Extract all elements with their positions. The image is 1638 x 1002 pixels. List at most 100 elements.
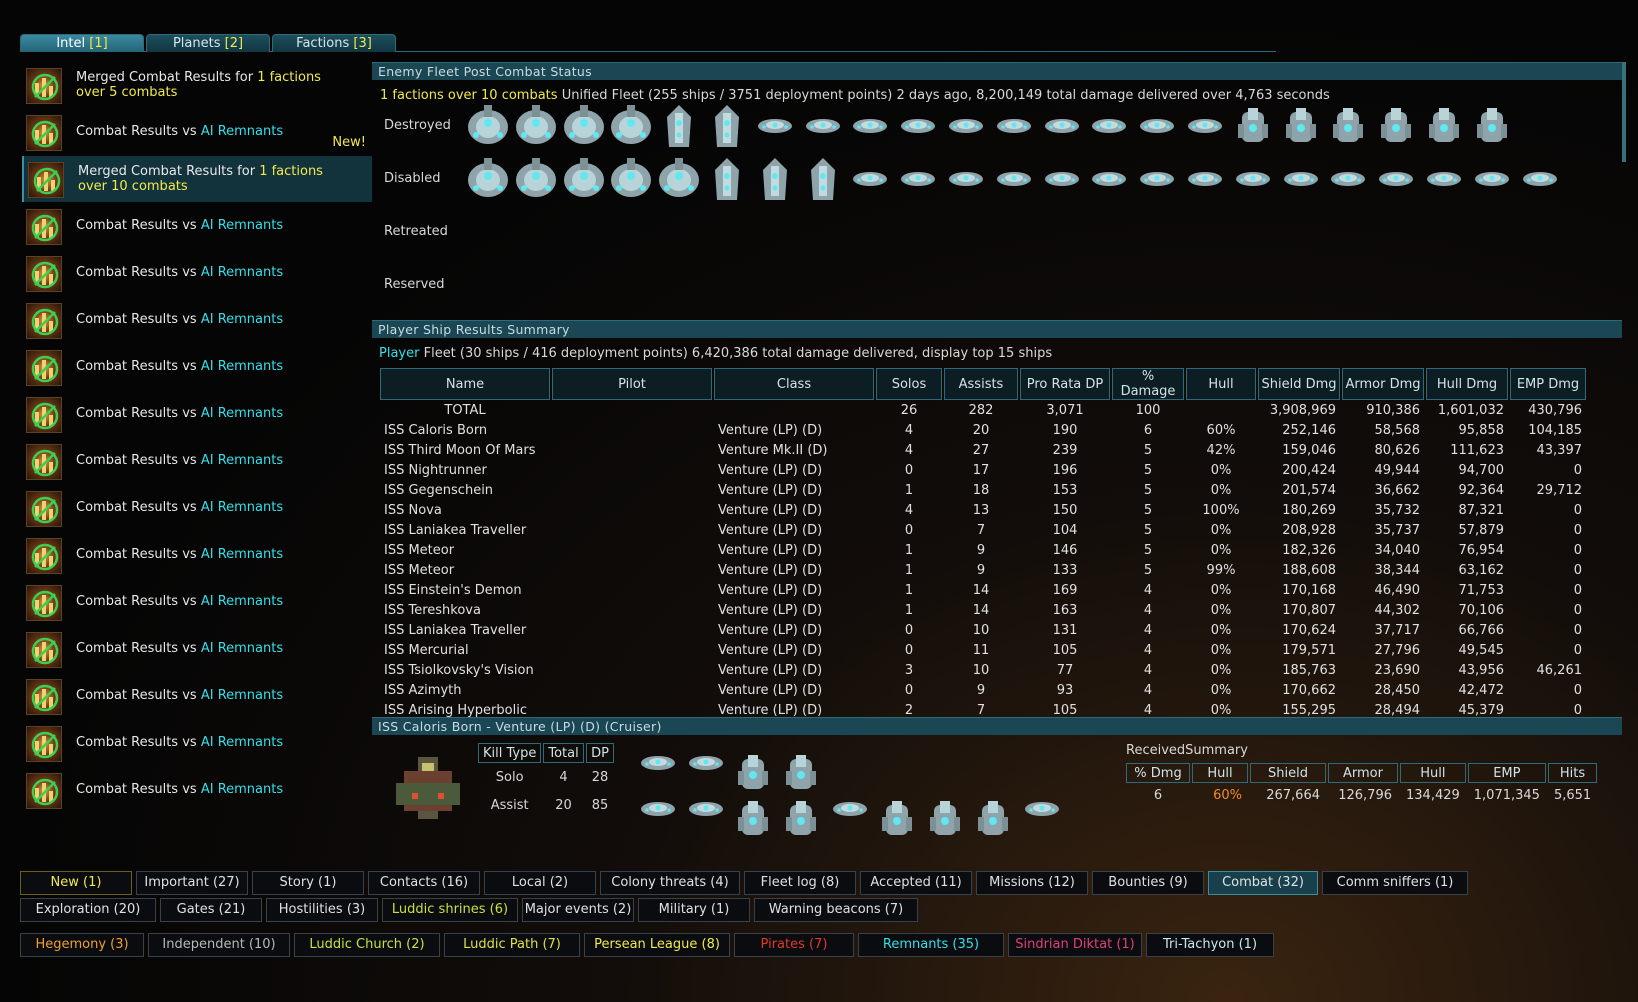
table-row[interactable]: ISS Meteor Venture (LP) (D) 1 9 133 5 99% 188,6… (380, 560, 1586, 580)
column-header--damage[interactable]: % Damage (1112, 368, 1184, 400)
filter-button[interactable]: Accepted (11) (860, 871, 972, 895)
list-item[interactable]: Merged Combat Results for 1 factions over… (22, 62, 372, 108)
filter-button[interactable]: New (1) (20, 871, 132, 895)
table-cell: 430,796 (1528, 402, 1582, 418)
column-header-solos[interactable]: Solos (876, 368, 942, 400)
list-item[interactable]: Combat Results vs AI Remnants (22, 250, 372, 296)
table-row[interactable]: ISS Mercurial Venture (LP) (D) 0 11 105 4 0% 17… (380, 640, 1586, 660)
table-row[interactable]: ISS Laniakea Traveller Venture (LP) (D) 0 7… (380, 520, 1586, 540)
filter-button[interactable]: Gates (21) (160, 898, 262, 922)
faction-filter-button[interactable]: Luddic Church (2) (294, 933, 440, 957)
table-row[interactable]: ISS Azimyth Venture (LP) (D) 0 9 93 4 0% 170,66… (380, 680, 1586, 700)
enemy-ship-icon (901, 172, 936, 186)
list-item[interactable]: Combat Results vs AI Remnants New! (22, 109, 372, 155)
faction-filter-button[interactable]: Sindrian Diktat (1) (1008, 933, 1142, 957)
list-item[interactable]: Combat Results vs AI Remnants (22, 344, 372, 390)
table-row[interactable]: ISS Caloris Born Venture (LP) (D) 4 20 190 6 6… (380, 420, 1586, 440)
right-scrollbar[interactable] (1622, 62, 1626, 162)
table-cell: 1 (904, 602, 914, 618)
filter-button[interactable]: Colony threats (4) (600, 871, 740, 895)
filter-button[interactable]: Luddic shrines (6) (382, 898, 518, 922)
column-header-name[interactable]: Name (380, 368, 550, 400)
tab-planets[interactable]: Planets [2] (146, 34, 270, 52)
enemy-info-highlight: 1 factions over 10 combats (380, 88, 558, 103)
table-cell (552, 440, 712, 460)
filter-button[interactable]: Important (27) (136, 871, 248, 895)
faction-filter-button[interactable]: Remnants (35) (858, 933, 1004, 957)
table-cell: 5 (1143, 542, 1153, 558)
filter-button[interactable]: Major events (2) (522, 898, 634, 922)
filter-button[interactable]: Comm sniffers (1) (1322, 871, 1468, 895)
intel-report-icon (26, 397, 62, 433)
faction-filter-button[interactable]: Persean League (8) (584, 933, 730, 957)
enemy-ship-icon (468, 158, 508, 197)
list-item[interactable]: Combat Results vs AI Remnants (22, 438, 372, 484)
list-item[interactable]: Combat Results vs AI Remnants (22, 391, 372, 437)
column-header-shield-dmg[interactable]: Shield Dmg (1258, 368, 1340, 400)
list-item[interactable]: Merged Combat Results for 1 factions over… (22, 156, 372, 202)
list-item[interactable]: Combat Results vs AI Remnants (22, 579, 372, 625)
faction-filter-button[interactable]: Hegemony (3) (20, 933, 144, 957)
filter-button[interactable]: Contacts (16) (368, 871, 480, 895)
list-item[interactable]: Combat Results vs AI Remnants (22, 626, 372, 672)
table-row[interactable]: ISS Gegenschein Venture (LP) (D) 1 18 153 5 0%… (380, 480, 1586, 500)
table-cell: 104,185 (1528, 422, 1582, 438)
table-row[interactable]: ISS Meteor Venture (LP) (D) 1 9 146 5 0% 182,32… (380, 540, 1586, 560)
intel-report-icon (26, 256, 62, 292)
list-item-text: Combat Results vs AI Remnants (76, 453, 284, 468)
table-cell: Venture (LP) (D) (718, 682, 823, 698)
filter-button[interactable]: Missions (12) (976, 871, 1088, 895)
faction-filter-button[interactable]: Luddic Path (7) (444, 933, 580, 957)
filter-button[interactable]: Exploration (20) (20, 898, 156, 922)
received-row: 6 60% 267,664 126,796 134,429 1,071,345 5,651 (1126, 783, 1597, 807)
list-item[interactable]: Combat Results vs AI Remnants (22, 297, 372, 343)
filter-button[interactable]: Hostilities (3) (266, 898, 378, 922)
column-header-pilot[interactable]: Pilot (552, 368, 712, 400)
list-item[interactable]: Combat Results vs AI Remnants (22, 485, 372, 531)
table-cell: Venture (LP) (D) (718, 582, 823, 598)
intel-report-icon (26, 350, 62, 386)
table-row[interactable]: ISS Einstein's Demon Venture (LP) (D) 1 14 1… (380, 580, 1586, 600)
list-item[interactable]: Combat Results vs AI Remnants (22, 767, 372, 813)
table-row[interactable]: ISS Tereshkova Venture (LP) (D) 1 14 163 4 0% 1… (380, 600, 1586, 620)
column-header-emp-dmg[interactable]: EMP Dmg (1510, 368, 1586, 400)
list-item[interactable]: Combat Results vs AI Remnants (22, 673, 372, 719)
list-item[interactable]: Combat Results vs AI Remnants (22, 720, 372, 766)
column-header-pro-rata-dp[interactable]: Pro Rata DP (1020, 368, 1110, 400)
status-row-label: Destroyed (384, 118, 451, 133)
enemy-ship-icon (563, 158, 604, 197)
filter-button[interactable]: Fleet log (8) (744, 871, 856, 895)
filter-button[interactable]: Story (1) (252, 871, 364, 895)
faction-filter-button[interactable]: Pirates (7) (734, 933, 854, 957)
filter-button[interactable]: Warning beacons (7) (754, 898, 918, 922)
table-row[interactable]: ISS Nightrunner Venture (LP) (D) 0 17 196 5 0%… (380, 460, 1586, 480)
table-row[interactable]: ISS Tsiolkovsky's Vision Venture (LP) (D)… (380, 660, 1586, 680)
table-cell: 35,737 (1374, 522, 1421, 538)
column-header-hull-dmg[interactable]: Hull Dmg (1426, 368, 1508, 400)
table-cell: 92,364 (1458, 482, 1505, 498)
tab-factions[interactable]: Factions [3] (272, 34, 396, 52)
filter-button[interactable]: Local (2) (484, 871, 596, 895)
column-header-assists[interactable]: Assists (944, 368, 1018, 400)
table-row[interactable]: ISS Laniakea Traveller Venture (LP) (D) 0 1… (380, 620, 1586, 640)
filter-button[interactable]: Military (1) (638, 898, 750, 922)
table-cell: ISS Gegenschein (384, 482, 494, 498)
tab-count: [3] (353, 36, 372, 51)
filter-button[interactable]: Bounties (9) (1092, 871, 1204, 895)
column-header-armor-dmg[interactable]: Armor Dmg (1342, 368, 1424, 400)
table-row[interactable]: ISS Nova Venture (LP) (D) 4 13 150 5 100% 180,2… (380, 500, 1586, 520)
table-cell: 93 (1056, 682, 1074, 698)
column-header-hull[interactable]: Hull (1186, 368, 1256, 400)
faction-filter-button[interactable]: Tri-Tachyon (1) (1146, 933, 1274, 957)
table-cell: 182,326 (1282, 542, 1336, 558)
filter-button[interactable]: Combat (32) (1208, 871, 1318, 895)
list-item[interactable]: Combat Results vs AI Remnants (22, 203, 372, 249)
table-cell: 49,944 (1374, 462, 1421, 478)
list-item[interactable]: Combat Results vs AI Remnants (22, 532, 372, 578)
column-header-class[interactable]: Class (714, 368, 874, 400)
table-row[interactable]: ISS Third Moon Of Mars Venture Mk.II (D) 4… (380, 440, 1586, 460)
faction-filter-button[interactable]: Independent (10) (148, 933, 290, 957)
tab-intel[interactable]: Intel [1] (20, 34, 144, 52)
enemy-ship-icon (949, 172, 983, 186)
received-column-header: % Dmg (1126, 763, 1190, 783)
